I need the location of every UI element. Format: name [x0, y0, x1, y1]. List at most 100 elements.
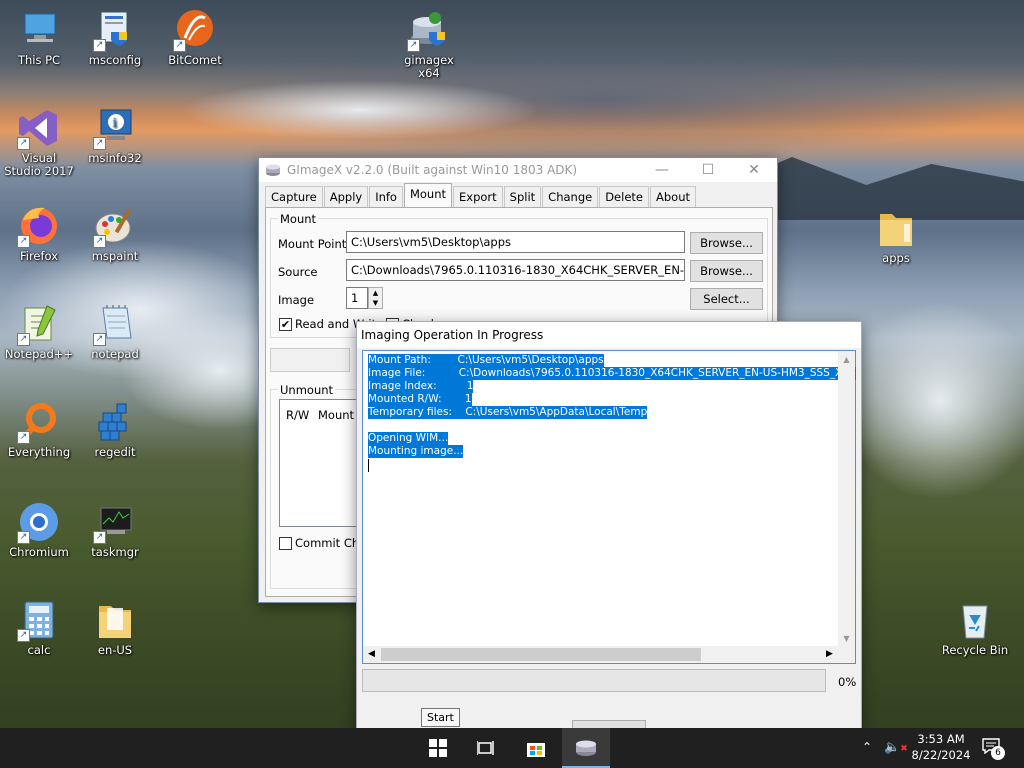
- mspaint-icon: ↗: [93, 204, 137, 248]
- desktop-icon-everything[interactable]: ↗ Everything: [4, 400, 74, 459]
- log-line: Image Index: 1: [368, 380, 474, 393]
- start-button[interactable]: [414, 728, 462, 768]
- desktop-icon-label: taskmgr: [91, 545, 139, 559]
- gimagex-taskbar-button[interactable]: [562, 728, 610, 768]
- desktop-icon-mspaint[interactable]: ↗ mspaint: [80, 204, 150, 263]
- tab-split[interactable]: Split: [503, 186, 542, 207]
- recycle-bin-icon: [953, 598, 997, 642]
- select-image-button[interactable]: Select...: [690, 288, 763, 310]
- tab-change[interactable]: Change: [542, 186, 599, 207]
- desktop-icon-regedit[interactable]: regedit: [80, 400, 150, 459]
- log-line: Temporary files: C:\Users\vm5\AppData\Lo…: [368, 406, 648, 419]
- scroll-right-arrow[interactable]: ▶: [821, 646, 838, 663]
- tab-mount[interactable]: Mount: [403, 183, 453, 207]
- gimagex-titlebar[interactable]: GImageX v2.2.0 (Built against Win10 1803…: [259, 158, 777, 182]
- horizontal-scrollbar[interactable]: ◀ ▶: [363, 646, 855, 663]
- store-button[interactable]: [512, 728, 560, 768]
- desktop-icon-label: Chromium: [9, 545, 69, 559]
- show-hidden-icons-button[interactable]: ⌃: [862, 740, 872, 754]
- desktop-icon-bitcomet[interactable]: ↗ BitComet: [160, 8, 230, 67]
- windows-logo-icon: [429, 739, 447, 757]
- desktop-icon-label: Notepad++: [4, 347, 74, 361]
- clock-time: 3:53 AM: [917, 732, 965, 746]
- desktop-icon-firefox[interactable]: ↗ Firefox: [4, 204, 74, 263]
- tab-capture[interactable]: Capture: [265, 186, 323, 207]
- desktop-icon-taskmgr[interactable]: ↗ taskmgr: [80, 500, 150, 559]
- vertical-scrollbar[interactable]: ▲ ▼: [838, 351, 855, 647]
- task-view-button[interactable]: [462, 728, 510, 768]
- desktop-icon-this-pc[interactable]: This PC: [4, 8, 74, 67]
- image-label: Image: [278, 293, 315, 307]
- tab-export[interactable]: Export: [453, 186, 503, 207]
- scroll-up-arrow[interactable]: ▲: [838, 351, 855, 368]
- unmount-group-label: Unmount: [278, 383, 336, 397]
- desktop-icon-notepad[interactable]: ↗ notepad: [80, 302, 150, 361]
- desktop-icon-label: This PC: [17, 53, 61, 67]
- scroll-left-arrow[interactable]: ◀: [363, 646, 380, 663]
- svg-text:i: i: [113, 116, 117, 130]
- image-index-stepper[interactable]: ▲ ▼: [368, 287, 383, 309]
- operation-progress-bar: [362, 669, 826, 692]
- desktop-icon-chromium[interactable]: ↗ Chromium: [4, 500, 74, 559]
- desktop-icon-notepadpp[interactable]: ↗ Notepad++: [4, 302, 74, 361]
- start-tooltip: Start: [421, 708, 460, 727]
- mount-group-label: Mount: [278, 212, 319, 226]
- desktop-icon-label: BitComet: [168, 53, 222, 67]
- image-index-field[interactable]: 1: [346, 287, 368, 309]
- desktop-icon-visual-studio[interactable]: ↗ Visual Studio 2017: [4, 106, 74, 178]
- desktop-icon-label: apps: [882, 251, 910, 265]
- mount-button[interactable]: [270, 348, 350, 372]
- tab-apply[interactable]: Apply: [323, 186, 369, 207]
- horizontal-scroll-thumb[interactable]: [381, 648, 701, 661]
- operation-log[interactable]: Mount Path: C:\Users\vm5\Desktop\apps Im…: [362, 350, 856, 664]
- volume-muted-icon[interactable]: 🔈✖: [884, 740, 908, 755]
- chromium-icon: ↗: [17, 500, 61, 544]
- browse-mount-point-button[interactable]: Browse...: [690, 232, 763, 254]
- clock[interactable]: 3:53 AM 8/22/2024: [906, 731, 976, 763]
- tab-about[interactable]: About: [650, 186, 697, 207]
- maximize-button[interactable]: ☐: [685, 158, 731, 182]
- msconfig-icon: ↗: [93, 8, 137, 52]
- store-icon: [527, 743, 545, 757]
- desktop-icon-label: en-US: [97, 643, 133, 657]
- desktop-icon-label: Firefox: [19, 249, 59, 263]
- desktop-icon-apps[interactable]: apps: [861, 206, 931, 265]
- clock-date: 8/22/2024: [911, 748, 971, 762]
- source-field[interactable]: C:\Downloads\7965.0.110316-1830_X64CHK_S…: [346, 259, 685, 281]
- taskmgr-icon: ↗: [93, 500, 137, 544]
- scroll-down-arrow[interactable]: ▼: [838, 630, 855, 647]
- commit-changes-checkbox[interactable]: [279, 537, 292, 550]
- desktop-icon-en-us[interactable]: en-US: [80, 598, 150, 657]
- desktop-icon-msinfo32[interactable]: i ↗ msinfo32: [80, 106, 150, 165]
- minimize-button[interactable]: —: [639, 158, 685, 182]
- folder-icon: [93, 598, 137, 642]
- column-header-rw[interactable]: R/W: [286, 408, 309, 422]
- read-write-checkbox[interactable]: ✔: [279, 318, 292, 331]
- log-line: Mounting image...: [368, 445, 464, 458]
- gimagex-app-icon: [265, 163, 281, 177]
- progress-titlebar[interactable]: Imaging Operation In Progress: [357, 322, 861, 348]
- browse-source-button[interactable]: Browse...: [690, 260, 763, 282]
- notepadpp-icon: ↗: [17, 302, 61, 346]
- tab-strip: Capture Apply Info Mount Export Split Ch…: [265, 183, 697, 207]
- tab-info[interactable]: Info: [369, 186, 403, 207]
- desktop-icon-gimagex[interactable]: ↗ gimagex x64: [394, 8, 464, 80]
- desktop-icon-label: Visual Studio 2017: [4, 151, 74, 178]
- progress-dialog: Imaging Operation In Progress Mount Path…: [356, 321, 862, 732]
- desktop-icon-msconfig[interactable]: ↗ msconfig: [80, 8, 150, 67]
- desktop-icon-label: mspaint: [91, 249, 139, 263]
- desktop-icon-label: notepad: [91, 347, 139, 361]
- mount-point-label: Mount Point: [278, 237, 347, 251]
- log-line: Mounted R/W: 1: [368, 393, 472, 406]
- desktop-icon-calc[interactable]: ↗ calc: [4, 598, 74, 657]
- desktop-icon-label: msinfo32: [88, 151, 142, 165]
- notification-center-button[interactable]: 6: [982, 738, 1006, 760]
- tab-delete[interactable]: Delete: [599, 186, 649, 207]
- desktop-icon-label: gimagex x64: [404, 53, 454, 80]
- mount-point-field[interactable]: C:\Users\vm5\Desktop\apps: [346, 231, 685, 253]
- close-button[interactable]: ✕: [731, 158, 777, 182]
- gimagex-icon: ↗: [407, 8, 451, 52]
- source-label: Source: [278, 265, 318, 279]
- desktop-icon-recycle-bin[interactable]: Recycle Bin: [940, 598, 1010, 657]
- progress-percent: 0%: [838, 675, 857, 689]
